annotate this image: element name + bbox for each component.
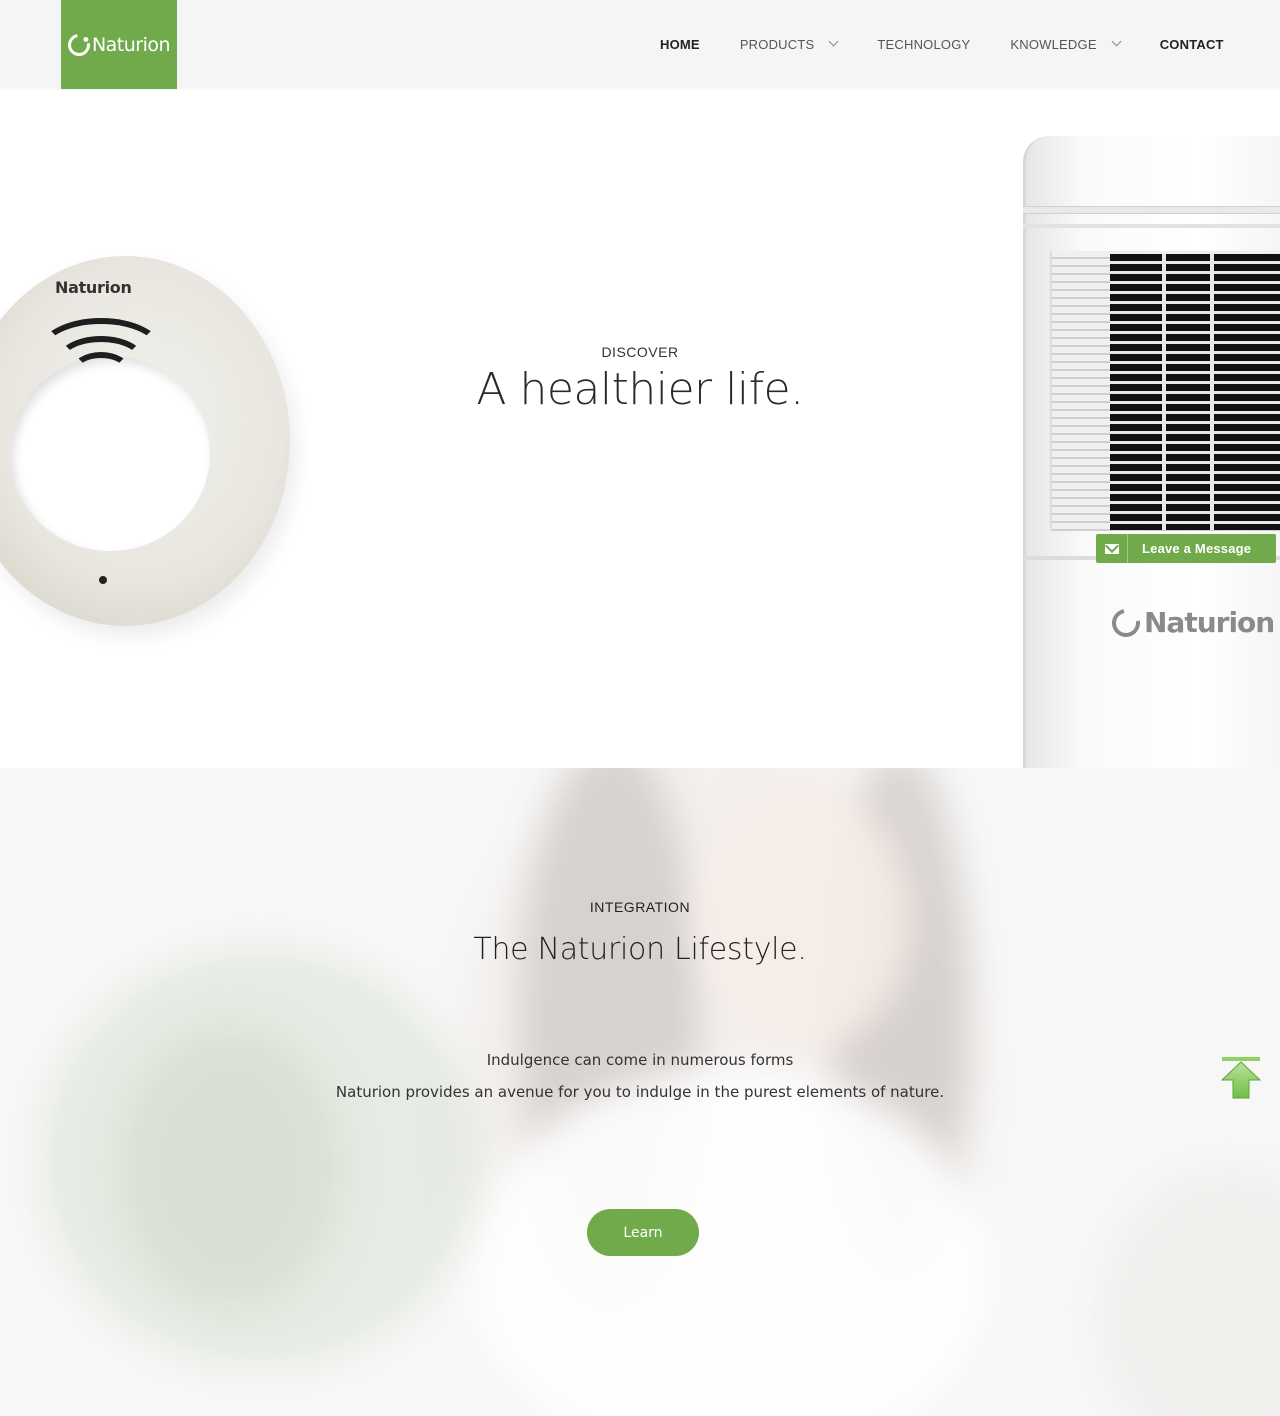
main-nav: HOME PRODUCTS TECHNOLOGY KNOWLEDGE CONTA… <box>640 0 1224 88</box>
logo-mark-icon <box>1106 603 1146 642</box>
nav-item-products[interactable]: PRODUCTS <box>739 36 839 52</box>
lifestyle-title: The Naturion Lifestyle. <box>473 932 807 967</box>
nav-item-label: TECHNOLOGY <box>877 36 971 52</box>
chevron-down-icon <box>828 36 839 47</box>
lifestyle-line-2: Naturion provides an avenue for you to i… <box>335 1083 945 1101</box>
learn-button[interactable]: Learn <box>587 1209 699 1256</box>
hero-title: A healthier life. <box>476 364 804 415</box>
purifier-logo-text: Naturion <box>1144 606 1275 639</box>
purifier-top-band <box>1023 224 1280 228</box>
purifier-top-band <box>1023 206 1280 214</box>
nav-item-knowledge[interactable]: KNOWLEDGE <box>1010 36 1122 52</box>
nav-item-label: PRODUCTS <box>739 36 815 52</box>
lifestyle-section: INTEGRATION The Naturion Lifestyle. Indu… <box>0 768 1280 1416</box>
nav-item-label: HOME <box>660 36 700 52</box>
lifestyle-eyebrow: INTEGRATION <box>589 899 691 915</box>
purifier-logo: Naturion <box>1106 603 1275 642</box>
lifestyle-line-1: Indulgence can come in numerous forms <box>486 1051 794 1069</box>
brand-logo[interactable]: Naturion <box>61 0 177 89</box>
nav-item-home[interactable]: HOME <box>660 37 700 52</box>
indicator-dot <box>99 576 107 584</box>
nav-item-contact[interactable]: CONTACT <box>1160 37 1224 52</box>
ring-device-image: Naturion <box>0 256 290 626</box>
logo-text: Naturion <box>91 33 171 56</box>
hero-section: Naturion Naturion DISCOVER A healthier l… <box>0 88 1280 768</box>
chevron-down-icon <box>1111 36 1122 47</box>
lifestyle-content: INTEGRATION The Naturion Lifestyle. Indu… <box>0 768 1280 1416</box>
site-header: Naturion HOME PRODUCTS TECHNOLOGY KNOWLE… <box>0 0 1280 89</box>
envelope-icon <box>1096 534 1128 563</box>
ring-device-logo: Naturion <box>55 278 132 297</box>
hero-eyebrow: DISCOVER <box>601 344 679 360</box>
leave-message-button[interactable]: Leave a Message <box>1096 534 1276 563</box>
nav-item-label: CONTACT <box>1159 36 1224 52</box>
nav-item-label: KNOWLEDGE <box>1010 36 1097 52</box>
leave-message-label: Leave a Message <box>1142 541 1252 556</box>
logo-mark-icon <box>63 29 95 60</box>
air-purifier-image: Naturion <box>1005 136 1280 768</box>
back-to-top-button[interactable] <box>1220 1056 1262 1100</box>
arrow-up-icon <box>1220 1057 1262 1099</box>
nav-item-technology[interactable]: TECHNOLOGY <box>877 37 970 52</box>
